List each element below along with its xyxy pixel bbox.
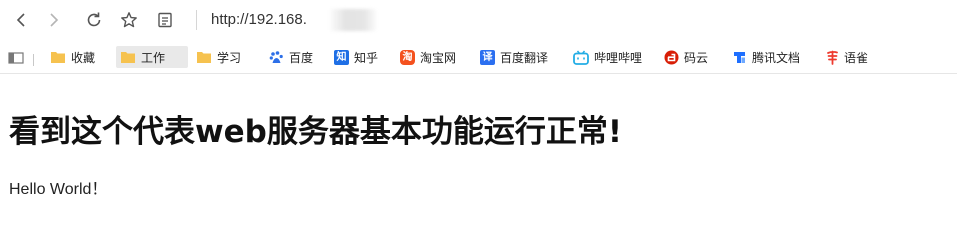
reader-mode-button[interactable] (153, 8, 177, 32)
bookmark-label: 百度翻译 (500, 50, 549, 65)
bookmark-label: 百度 (289, 50, 314, 65)
page-heading: 看到这个代表web服务器基本功能运行正常! (9, 114, 622, 150)
bookmark-item-baidu[interactable]: 百度 (265, 46, 317, 68)
baidu-translate-icon: 译 (480, 49, 495, 65)
sidebar-toggle-icon (8, 52, 24, 64)
page-body-text: Hello World！ (9, 181, 108, 198)
bookmark-item-study[interactable]: 学习 (192, 46, 245, 68)
chevron-left-icon (16, 13, 25, 27)
bookmark-item-favorites[interactable]: 收藏 (46, 46, 99, 68)
bookmark-item-baidu-translate[interactable]: 译 百度翻译 (476, 46, 552, 68)
bookmark-label: 知乎 (354, 50, 379, 65)
bookmark-item-taobao[interactable]: 淘 淘宝网 (396, 46, 460, 68)
bookmarks-bar: 收藏 工作 学习 百度 知 知乎 淘 淘宝网 译 百度翻译 哔哩哔哩 码云 腾讯… (0, 40, 957, 74)
bookmark-label: 码云 (684, 50, 709, 65)
bookmark-label: 腾讯文档 (752, 50, 801, 65)
bookmark-item-tencent-docs[interactable]: 腾讯文档 (728, 46, 804, 68)
bookmark-label: 工作 (141, 50, 166, 65)
bookmark-label: 学习 (217, 50, 242, 65)
address-divider (196, 10, 197, 30)
redacted-address-part (330, 9, 376, 31)
bookmark-item-work[interactable]: 工作 (116, 46, 188, 68)
zhihu-icon: 知 (334, 49, 349, 65)
browser-window: http://192.168. 收藏 工作 学习 百度 知 知乎 淘 淘宝网 译… (0, 0, 957, 242)
navigation-bar: http://192.168. (0, 0, 957, 40)
bookmark-item-bilibili[interactable]: 哔哩哔哩 (569, 46, 646, 68)
bookmark-label: 哔哩哔哩 (594, 50, 643, 65)
folder-icon (120, 50, 136, 64)
bookmark-item-gitee[interactable]: 码云 (660, 46, 712, 68)
bookmark-label: 淘宝网 (420, 50, 457, 65)
yuque-icon (826, 50, 839, 65)
taobao-icon: 淘 (400, 49, 415, 65)
bookmarks-divider (33, 54, 34, 66)
folder-icon (196, 50, 212, 64)
bilibili-icon (573, 50, 589, 65)
baidu-icon (269, 50, 284, 65)
chevron-right-icon (50, 13, 59, 27)
star-icon (121, 12, 137, 28)
sidebar-toggle-button[interactable] (4, 47, 28, 69)
reload-button[interactable] (82, 8, 106, 32)
forward-button[interactable] (42, 8, 66, 32)
folder-icon (50, 50, 66, 64)
tencent-docs-icon (732, 50, 747, 65)
bookmark-item-yuque[interactable]: 语雀 (822, 46, 872, 68)
back-button[interactable] (9, 8, 33, 32)
bookmark-item-zhihu[interactable]: 知 知乎 (330, 46, 382, 68)
favorite-button[interactable] (117, 8, 141, 32)
bookmark-label: 语雀 (844, 50, 869, 65)
gitee-icon (664, 50, 679, 65)
reader-mode-icon (158, 12, 172, 28)
page-content: 看到这个代表web服务器基本功能运行正常! Hello World！ (0, 75, 957, 242)
bookmark-label: 收藏 (71, 50, 96, 65)
reload-icon (87, 12, 101, 27)
